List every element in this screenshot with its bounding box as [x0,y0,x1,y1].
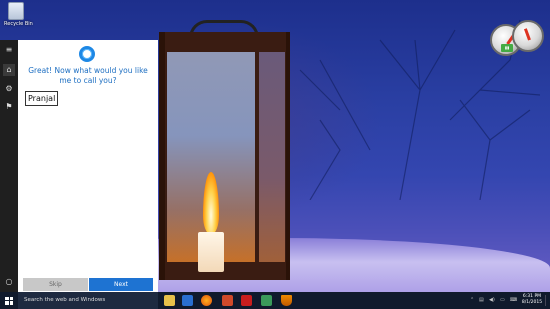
lantern [159,20,290,280]
recycle-bin-icon [8,2,24,20]
battery-icon[interactable]: ▭ [500,292,505,309]
recycle-bin[interactable]: Recycle Bin [4,2,33,27]
candle [198,232,224,272]
recycle-bin-label: Recycle Bin [4,21,33,27]
network-icon[interactable]: ▤ [479,292,484,309]
store-icon[interactable] [182,295,193,306]
volume-icon[interactable]: ◀) [489,292,495,309]
taskbar-search-box[interactable]: Search the web and Windows [18,292,158,309]
show-desktop-button[interactable] [545,295,549,306]
keyboard-icon[interactable]: ⌨ [510,292,517,309]
home-icon[interactable]: ⌂ [3,64,15,76]
photo-icon[interactable] [261,295,272,306]
microphone-icon[interactable]: ○ [3,276,15,288]
vlc-icon[interactable] [281,295,292,306]
clock-date: 8/1/2015 [521,300,543,305]
taskbar: Search the web and Windows ⌃ ▤ ◀) ▭ ⌨ 6:… [0,292,550,309]
hamburger-icon[interactable]: ≡ [3,44,15,56]
firefox-icon[interactable] [201,295,212,306]
start-button[interactable] [0,292,18,309]
paint-icon[interactable] [222,295,233,306]
settings-icon[interactable]: ⚙ [3,83,15,95]
skip-button[interactable]: Skip [23,278,88,291]
cortana-question: Great! Now what would you like me to cal… [28,66,148,85]
acrobat-icon[interactable] [241,295,252,306]
next-button[interactable]: Next [89,278,153,291]
tray-chevron-icon[interactable]: ⌃ [470,292,474,309]
cortana-panel: Great! Now what would you like me to cal… [18,40,158,292]
name-input[interactable] [25,91,58,106]
windows-logo-icon [5,296,13,305]
cortana-ring-icon [79,46,95,62]
memory-meter-gadget[interactable] [512,20,544,52]
file-explorer-icon[interactable] [164,295,175,306]
cortana-rail: ≡ ⌂ ⚙ ⚑ ○ [0,40,18,292]
taskbar-clock[interactable]: 6:31 PM 8/1/2015 [520,294,544,306]
feedback-icon[interactable]: ⚑ [3,101,15,113]
